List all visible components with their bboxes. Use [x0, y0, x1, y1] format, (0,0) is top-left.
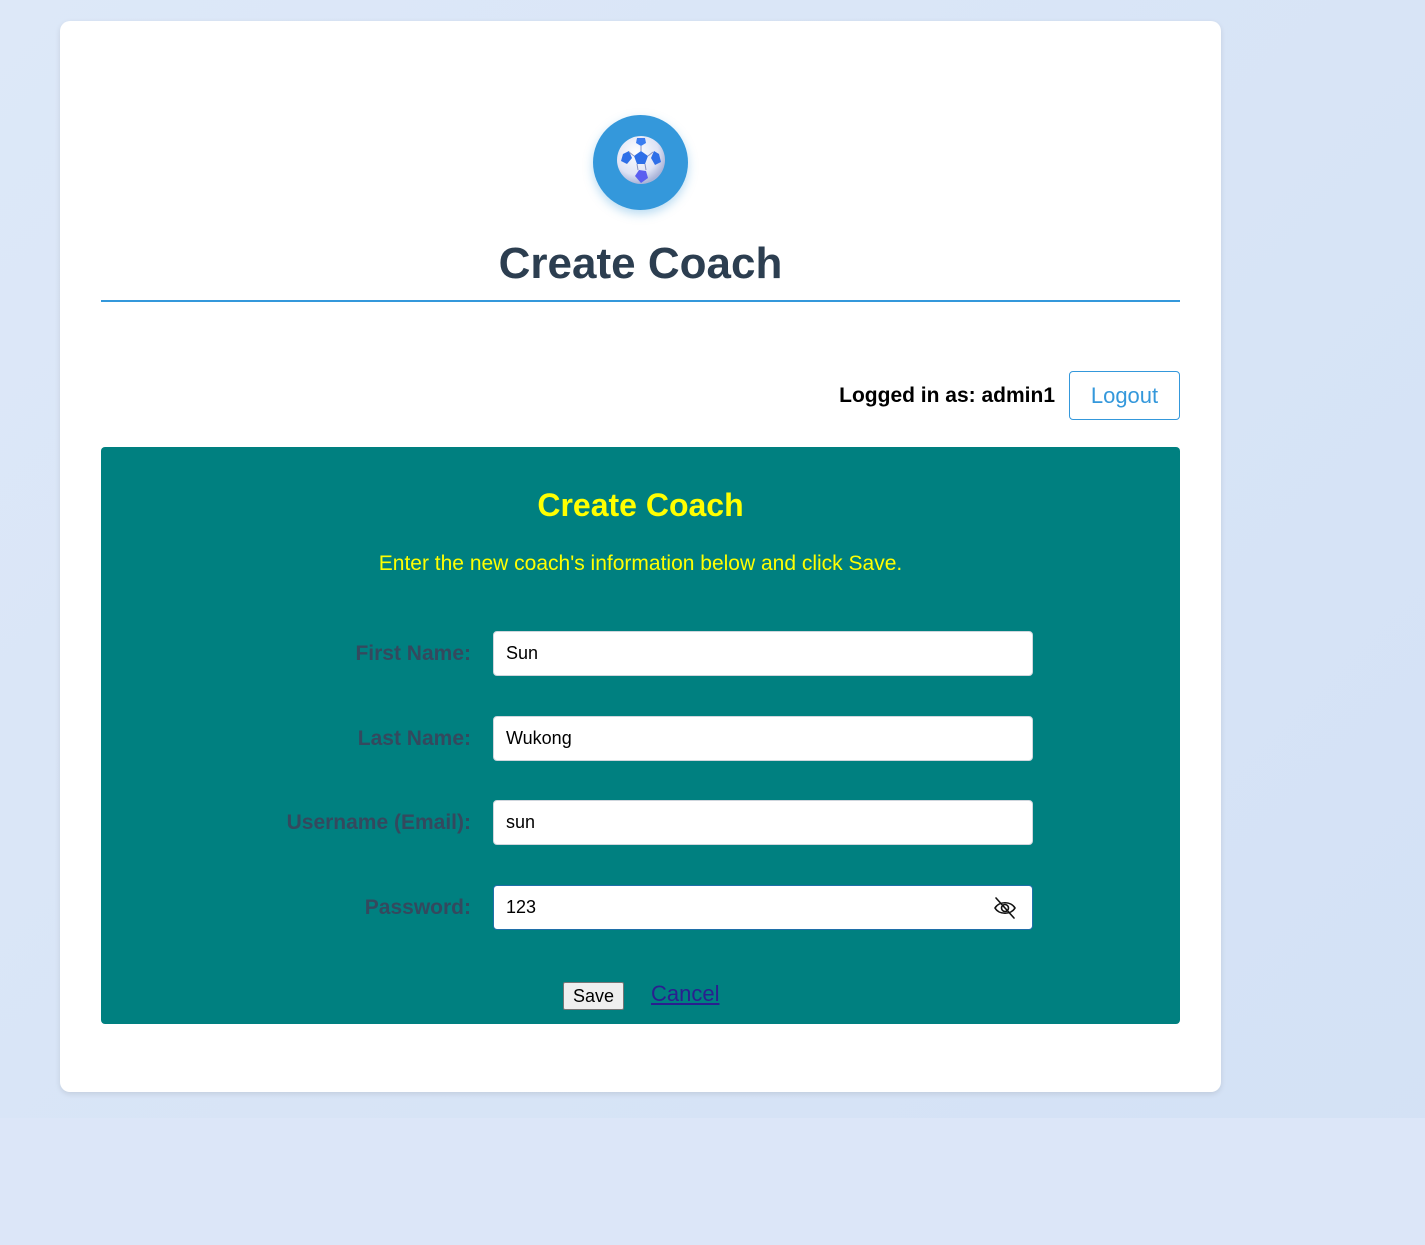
page-background-band	[0, 1118, 1425, 1245]
save-button[interactable]: Save	[563, 982, 624, 1010]
cancel-link[interactable]: Cancel	[651, 981, 719, 1007]
form-title: Create Coach	[537, 487, 744, 523]
logout-button[interactable]: Logout	[1069, 371, 1180, 420]
username-input[interactable]	[493, 800, 1033, 845]
username-label: Username (Email):	[286, 811, 471, 834]
last-name-label: Last Name:	[357, 727, 471, 750]
create-coach-form-panel: Create Coach Enter the new coach's infor…	[101, 447, 1180, 1024]
form-description: Enter the new coach's information below …	[378, 552, 903, 575]
first-name-input[interactable]	[493, 631, 1033, 676]
first-name-label: First Name:	[355, 642, 471, 665]
soccer-ball-icon	[615, 134, 667, 191]
logged-in-label: Logged in as: admin1	[839, 383, 1055, 407]
page-title: Create Coach	[498, 239, 783, 288]
password-row: Password:	[101, 885, 1180, 930]
title-divider	[101, 300, 1180, 302]
last-name-input[interactable]	[493, 716, 1033, 761]
password-label: Password:	[364, 896, 471, 919]
first-name-row: First Name:	[101, 631, 1180, 676]
main-card: Create Coach Logged in as: admin1 Logout…	[60, 21, 1221, 1092]
logo	[593, 115, 688, 210]
eye-slash-icon[interactable]	[991, 894, 1019, 922]
username-row: Username (Email):	[101, 800, 1180, 845]
last-name-row: Last Name:	[101, 716, 1180, 761]
password-input[interactable]	[493, 885, 1033, 930]
session-bar: Logged in as: admin1 Logout	[839, 371, 1180, 420]
